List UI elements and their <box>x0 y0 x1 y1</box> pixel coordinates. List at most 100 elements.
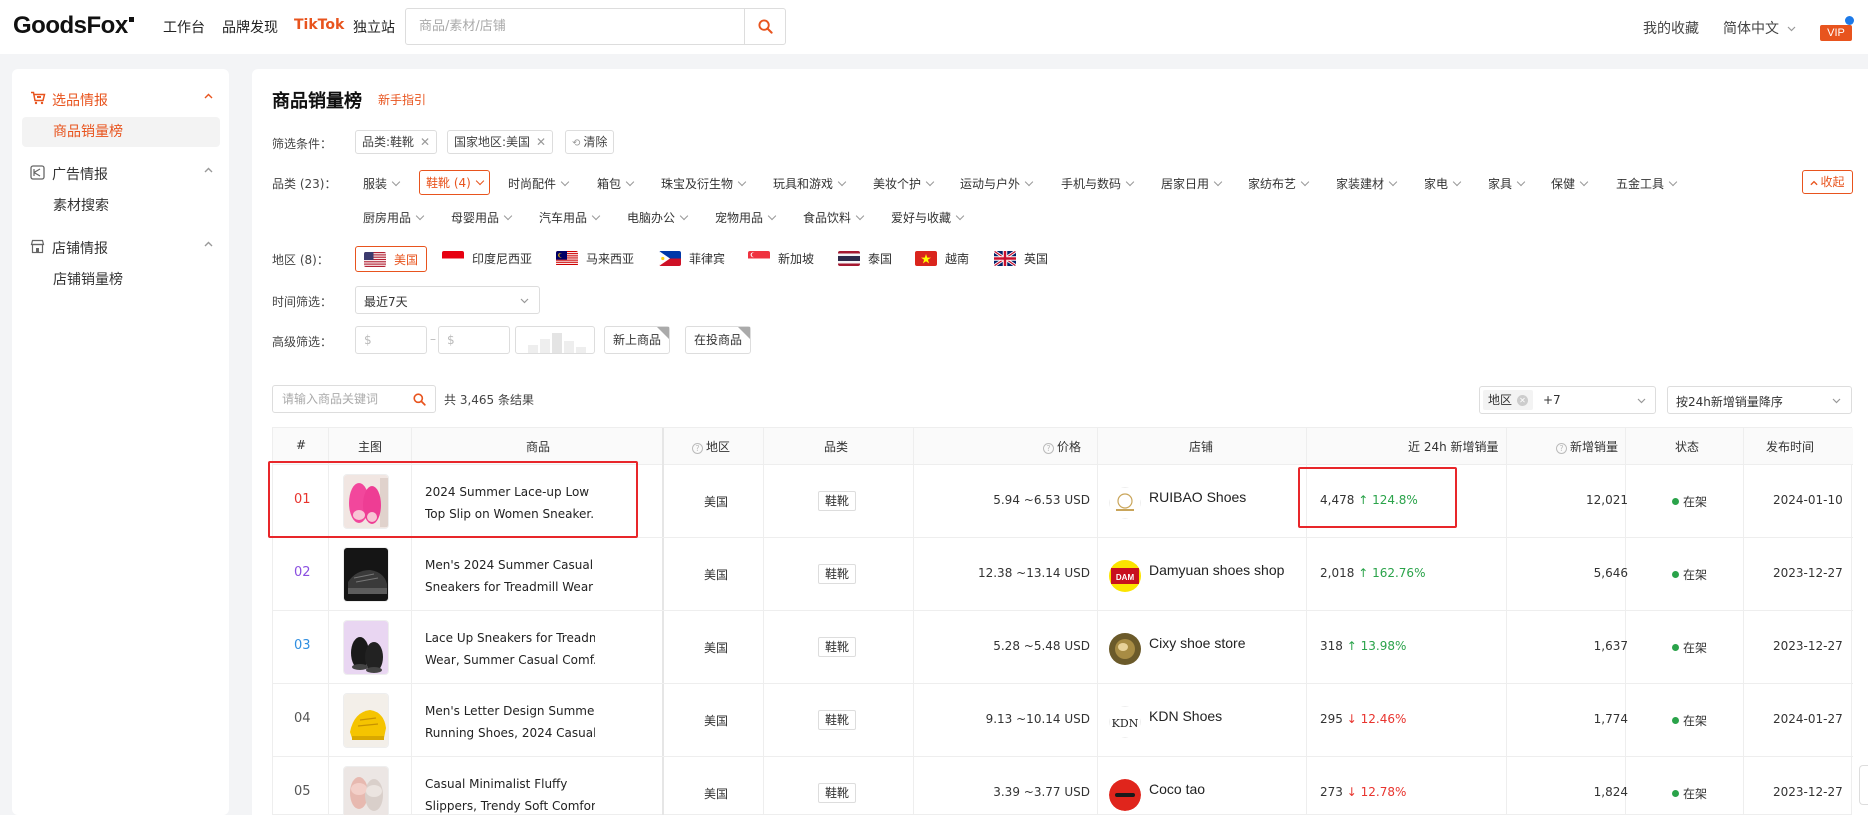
col-publish-date[interactable]: 发布时间 <box>1766 438 1814 455</box>
shop-logo[interactable]: DAM <box>1109 560 1141 592</box>
shop-name[interactable]: Damyuan shoes shop <box>1149 562 1284 578</box>
chevron-up-icon <box>204 167 213 173</box>
shop-logo[interactable]: KDN <box>1109 706 1141 738</box>
category-fashion-accessories[interactable]: 时尚配件 <box>508 175 570 192</box>
category-phones[interactable]: 手机与数码 <box>1061 175 1135 192</box>
sort-select[interactable]: 按24h新增销量降序 <box>1667 386 1852 414</box>
close-icon[interactable]: ✕ <box>536 135 546 149</box>
price-min-input[interactable]: $ <box>355 326 427 354</box>
category-bags[interactable]: 箱包 <box>597 175 635 192</box>
collapse-button[interactable]: 收起 <box>1802 170 1853 194</box>
sidebar-group-shop-intel[interactable]: 店铺情报 <box>12 231 229 261</box>
category-health[interactable]: 保健 <box>1551 175 1589 192</box>
product-image[interactable] <box>343 620 389 675</box>
category-food[interactable]: 食品饮料 <box>803 209 865 226</box>
shop-name[interactable]: Cixy shoe store <box>1149 635 1245 651</box>
nav-tiktok[interactable]: TikTok <box>294 17 344 33</box>
nav-workbench[interactable]: 工作台 <box>163 17 205 37</box>
region-malaysia[interactable]: 马来西亚 <box>548 246 642 272</box>
col-image: 主图 <box>358 440 383 454</box>
region-uk[interactable]: 英国 <box>986 246 1056 272</box>
table-row[interactable]: 02 Men's 2024 Summer Casual Sneakers for … <box>273 538 1853 611</box>
category-hardware[interactable]: 五金工具 <box>1616 175 1678 192</box>
category-baby[interactable]: 母婴用品 <box>451 209 513 226</box>
sidebar-group-ad-intel[interactable]: 广告情报 <box>12 157 229 187</box>
clear-filters-button[interactable]: ⟲ 清除 <box>565 130 615 154</box>
region-thailand[interactable]: 泰国 <box>830 246 900 272</box>
active-filter-tag[interactable]: 国家地区:美国 ✕ <box>447 130 554 154</box>
category-furniture[interactable]: 家具 <box>1488 175 1526 192</box>
col-region[interactable]: ? 地区 <box>692 438 730 455</box>
category-beauty[interactable]: 美妆个护 <box>873 175 935 192</box>
vip-badge[interactable]: VIP <box>1820 25 1852 41</box>
close-icon[interactable]: ✕ <box>420 135 430 149</box>
time-filter-select[interactable]: 最近7天 <box>355 286 540 314</box>
region-singapore[interactable]: 新加坡 <box>740 246 822 272</box>
product-name[interactable]: Lace Up Sneakers for Treadmill Wear, Summ… <box>425 627 595 671</box>
down-arrow-icon: ↓ <box>1346 712 1357 726</box>
category-shoes[interactable]: 鞋靴 (4) <box>419 170 490 195</box>
global-search-input[interactable] <box>407 10 745 43</box>
col-price[interactable]: ? 价格 <box>1043 438 1081 455</box>
new-products-toggle[interactable]: 新上商品 <box>604 326 671 354</box>
scroll-handle[interactable] <box>1859 765 1868 805</box>
category-apparel[interactable]: 服装 <box>363 175 401 192</box>
table-row[interactable]: 04 Men's Letter Design Summer Running Sho… <box>273 684 1853 757</box>
region-philippines[interactable]: 菲律宾 <box>651 246 733 272</box>
col-rank: # <box>296 438 307 452</box>
shop-name[interactable]: RUIBAO Shoes <box>1149 489 1246 505</box>
category-appliances[interactable]: 家电 <box>1424 175 1462 192</box>
active-filter-tag[interactable]: 品类:鞋靴 ✕ <box>355 130 438 154</box>
shop-name[interactable]: KDN Shoes <box>1149 708 1222 724</box>
advertising-products-toggle[interactable]: 在投商品 <box>685 326 752 354</box>
category-computer-office[interactable]: 电脑办公 <box>627 209 689 226</box>
sidebar-item-product-sales-rank[interactable]: 商品销量榜 <box>22 117 220 147</box>
my-favorites-link[interactable]: 我的收藏 <box>1643 18 1699 38</box>
sidebar-item-shop-sales-rank[interactable]: 店铺销量榜 <box>22 265 220 295</box>
col-new-sales[interactable]: ? 新增销量 <box>1556 438 1618 455</box>
sidebar-item-material-search[interactable]: 素材搜索 <box>22 191 220 221</box>
product-image[interactable] <box>343 693 389 748</box>
close-icon[interactable]: ✕ <box>1517 395 1529 406</box>
category-jewelry[interactable]: 珠宝及衍生物 <box>661 175 747 192</box>
table-row[interactable]: 03 Lace Up Sneakers for Treadmill Wear, S… <box>273 611 1853 684</box>
region-vietnam[interactable]: 越南 <box>907 246 977 272</box>
product-name[interactable]: Men's Letter Design Summer Running Shoes,… <box>425 700 595 744</box>
language-select[interactable]: 简体中文 <box>1723 18 1796 38</box>
category-toys[interactable]: 玩具和游戏 <box>773 175 847 192</box>
category-sports[interactable]: 运动与户外 <box>960 175 1034 192</box>
product-image[interactable] <box>343 766 389 815</box>
region-us[interactable]: 美国 <box>355 246 428 272</box>
product-search-input[interactable] <box>274 387 404 411</box>
price-max-input[interactable]: $ <box>438 326 510 354</box>
category-textiles[interactable]: 家纺布艺 <box>1248 175 1310 192</box>
nav-brand-discovery[interactable]: 品牌发现 <box>222 17 278 37</box>
shop-name[interactable]: Coco tao <box>1149 781 1205 797</box>
category-home-improvement[interactable]: 家装建材 <box>1336 175 1398 192</box>
category-hobbies[interactable]: 爱好与收藏 <box>891 209 965 226</box>
nav-independent-site[interactable]: 独立站 <box>353 17 395 37</box>
chevron-down-icon <box>1832 398 1841 404</box>
shop-logo[interactable] <box>1109 779 1141 811</box>
category-kitchen[interactable]: 厨房用品 <box>363 209 425 226</box>
sales-range-histogram[interactable] <box>515 326 595 354</box>
new-sales-value: 1,824 <box>1593 785 1628 799</box>
shop-logo[interactable] <box>1109 633 1141 665</box>
col-sales-24h[interactable]: 近 24h 新增销量 <box>1408 438 1499 455</box>
search-icon[interactable] <box>413 393 426 406</box>
product-name[interactable]: Casual Minimalist Fluffy Slippers, Trendy… <box>425 773 595 815</box>
shop-logo[interactable] <box>1109 487 1141 519</box>
region-indonesia[interactable]: 印度尼西亚 <box>434 246 540 272</box>
table-row[interactable]: 05 Casual Minimalist Fluffy Slippers, Tre… <box>273 757 1853 815</box>
beginner-guide-link[interactable]: 新手指引 <box>378 91 426 108</box>
search-button[interactable] <box>744 9 785 44</box>
category-auto[interactable]: 汽车用品 <box>539 209 601 226</box>
sidebar-group-product-intel[interactable]: 选品情报 <box>12 83 229 113</box>
ad-icon <box>30 165 45 180</box>
region-multiselect[interactable]: 地区 ✕ +7 <box>1479 386 1656 414</box>
product-name[interactable]: Men's 2024 Summer Casual Sneakers for Tre… <box>425 554 595 598</box>
product-image[interactable] <box>343 547 389 602</box>
category-household[interactable]: 居家日用 <box>1161 175 1223 192</box>
category-pets[interactable]: 宠物用品 <box>715 209 777 226</box>
logo[interactable]: GoodsFox <box>13 12 134 40</box>
